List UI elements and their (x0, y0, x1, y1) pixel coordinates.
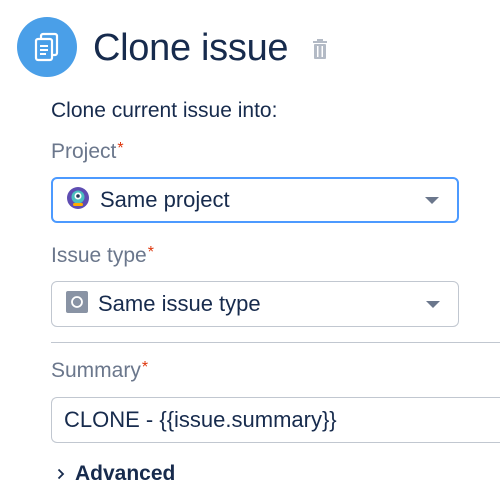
required-marker: * (147, 244, 154, 261)
chevron-down-icon[interactable] (426, 301, 440, 308)
project-label: Project* (51, 139, 124, 165)
summary-label-text: Summary (51, 359, 141, 382)
issue-type-label-text: Issue type (51, 244, 147, 267)
summary-input[interactable]: CLONE - {{issue.summary}} (51, 397, 500, 443)
chevron-right-icon (57, 464, 65, 485)
form-intro: Clone current issue into: (51, 99, 278, 122)
required-marker: * (141, 359, 149, 376)
issue-type-label: Issue type* (51, 243, 154, 269)
summary-label: Summary* (51, 358, 148, 384)
trash-icon[interactable] (311, 38, 329, 65)
issue-type-icon (66, 290, 88, 318)
required-marker: * (117, 140, 124, 157)
project-select[interactable]: Same project (51, 177, 459, 223)
project-select-value: Same project (100, 187, 230, 212)
project-label-text: Project (51, 140, 117, 163)
project-avatar-icon (66, 186, 90, 215)
chevron-down-icon[interactable] (425, 197, 439, 204)
issue-type-select-value: Same issue type (98, 291, 261, 316)
section-divider (51, 342, 500, 343)
page-title: Clone issue (93, 27, 289, 69)
clone-icon (17, 17, 77, 77)
advanced-label: Advanced (75, 462, 176, 485)
advanced-toggle[interactable]: Advanced (57, 462, 175, 486)
issue-type-select[interactable]: Same issue type (51, 281, 459, 327)
